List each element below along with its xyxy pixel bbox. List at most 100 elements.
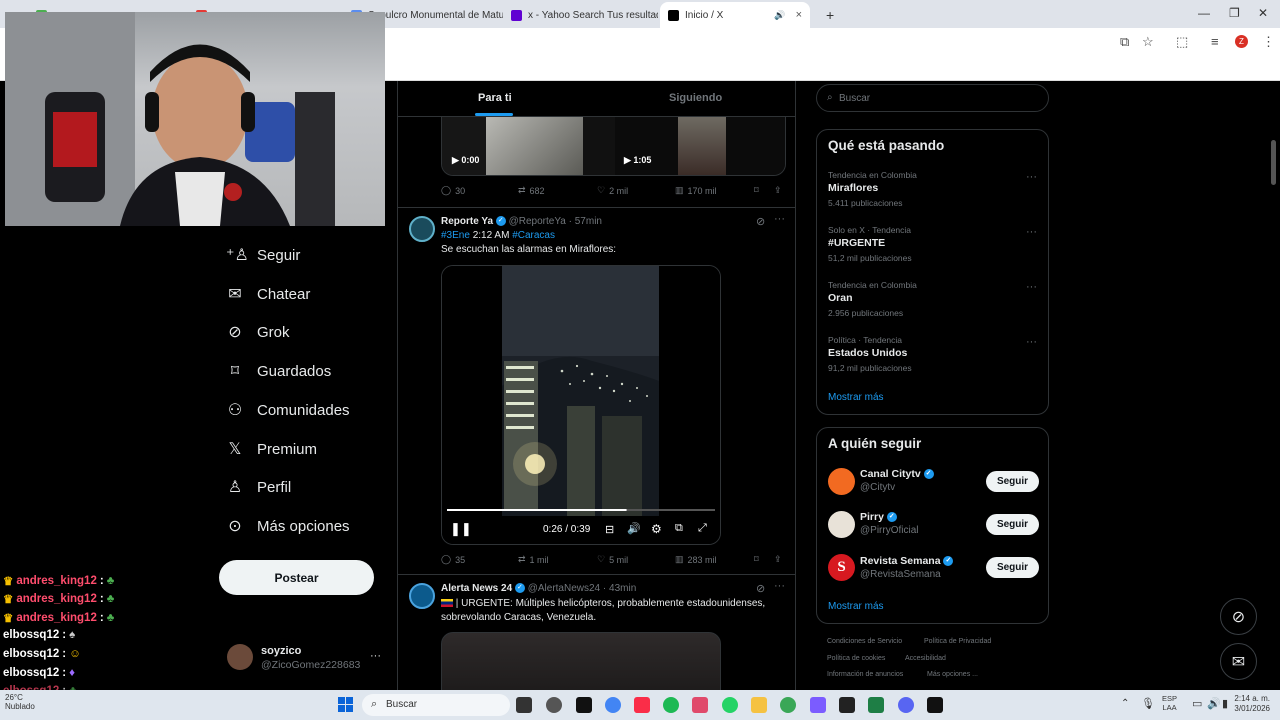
footer-link[interactable]: Política de Privacidad xyxy=(924,638,991,645)
volume-icon[interactable]: 🔊 xyxy=(1207,697,1221,710)
whatsapp-icon[interactable] xyxy=(722,697,738,713)
avatar[interactable] xyxy=(828,468,855,495)
follow-name[interactable]: Pirry ✓ xyxy=(860,511,897,523)
footer-link[interactable]: Más opciones ... xyxy=(927,671,978,678)
views-button[interactable]: ▥ 283 mil xyxy=(675,554,717,565)
avatar[interactable] xyxy=(409,216,435,242)
search-input[interactable]: ⌕ Buscar xyxy=(816,84,1049,112)
restore-icon[interactable]: ❐ xyxy=(1229,6,1240,20)
video-player[interactable]: ❚❚ 0:26 / 0:39 ⊟ 🔊 ⚙ ⧉ ⤢ xyxy=(441,265,721,545)
author-handle[interactable]: @ReporteYa xyxy=(509,216,566,227)
tab-x-home[interactable]: Inicio / X 🔊 × xyxy=(660,2,810,28)
follow-name[interactable]: Revista Semana ✓ xyxy=(860,555,954,567)
sidebar-item-guardados[interactable]: ⌑ Guardados xyxy=(226,357,331,385)
trend-more-icon[interactable]: ··· xyxy=(1026,281,1037,293)
trend-more-icon[interactable]: ··· xyxy=(1026,336,1037,348)
folder-icon[interactable] xyxy=(751,697,767,713)
star-icon[interactable]: ☆ xyxy=(1142,34,1154,50)
gamepad-icon[interactable] xyxy=(810,697,826,713)
trend-name[interactable]: #URGENTE xyxy=(828,237,885,249)
share-icon[interactable]: ⇪ xyxy=(774,554,782,565)
grok-float-button[interactable]: ⊘ xyxy=(1220,598,1257,635)
messages-float-button[interactable]: ✉ xyxy=(1220,643,1257,680)
post-time[interactable]: 57min xyxy=(575,216,602,227)
footer-link[interactable]: Información de anuncios xyxy=(827,671,903,678)
sidebar-item-grok[interactable]: ⊘ Grok xyxy=(226,318,289,346)
post-more-icon[interactable]: ··· xyxy=(774,580,785,592)
captions-icon[interactable]: ⊟ xyxy=(605,523,614,536)
windows-start-icon[interactable] xyxy=(338,697,354,713)
pause-icon[interactable]: ❚❚ xyxy=(450,521,472,537)
tiktok-icon[interactable] xyxy=(576,697,592,713)
show-more-follow-link[interactable]: Mostrar más xyxy=(828,601,884,612)
pip-icon[interactable]: ⧉ xyxy=(675,522,683,535)
footer-link[interactable]: Condiciones de Servicio xyxy=(827,638,902,645)
account-more-icon[interactable]: ··· xyxy=(370,650,381,662)
app-icon[interactable] xyxy=(692,697,708,713)
sidebar-item-premium[interactable]: 𝕏 Premium xyxy=(226,435,317,463)
sidebar-item-seguir[interactable]: ⁺♙ Seguir xyxy=(226,241,300,269)
trend-more-icon[interactable]: ··· xyxy=(1026,171,1037,183)
battery-icon[interactable]: ▮ xyxy=(1222,697,1228,710)
volume-icon[interactable]: 🔊 xyxy=(627,522,641,535)
speaker-icon[interactable]: 🔊 xyxy=(774,10,785,21)
new-tab-button[interactable]: + xyxy=(818,4,842,26)
settings-icon[interactable]: ⚙ xyxy=(651,522,662,536)
follow-button[interactable]: Seguir xyxy=(986,514,1039,535)
trend-name[interactable]: Miraflores xyxy=(828,182,878,194)
chrome-icon[interactable] xyxy=(605,697,621,713)
hashtag-link[interactable]: #Caracas xyxy=(512,230,555,241)
discord-icon[interactable] xyxy=(898,697,914,713)
bookmark-icon[interactable]: ⌑ xyxy=(754,185,759,196)
avatar[interactable] xyxy=(227,644,253,670)
author-name[interactable]: Alerta News 24 xyxy=(441,583,512,594)
repost-button[interactable]: ⇄ 1 mil xyxy=(518,554,549,565)
network-icon[interactable]: ▭ xyxy=(1192,697,1202,710)
close-window-icon[interactable]: ✕ xyxy=(1258,6,1268,20)
trend-more-icon[interactable]: ··· xyxy=(1026,226,1037,238)
avatar[interactable] xyxy=(409,583,435,609)
bookmark-icon[interactable]: ⌑ xyxy=(754,554,759,565)
footer-link[interactable]: Política de cookies xyxy=(827,655,885,662)
microphone-icon[interactable]: 🎙 xyxy=(1141,697,1155,710)
follow-button[interactable]: Seguir xyxy=(986,471,1039,492)
author-name[interactable]: Reporte Ya xyxy=(441,216,493,227)
spotify-icon[interactable] xyxy=(663,697,679,713)
follow-button[interactable]: Seguir xyxy=(986,557,1039,578)
grok-icon[interactable]: ⊘ xyxy=(756,215,765,228)
follow-name[interactable]: Canal Citytv ✓ xyxy=(860,468,934,480)
tab-para-ti[interactable]: Para ti xyxy=(478,92,512,104)
tab-yahoo[interactable]: x - Yahoo Search Tus resultados× xyxy=(503,4,658,26)
weather-widget[interactable]: 26°C Nublado xyxy=(5,693,35,711)
task-view-icon[interactable] xyxy=(516,697,532,713)
taskbar-search[interactable]: ⌕ Buscar xyxy=(362,694,510,716)
media-image[interactable] xyxy=(441,632,721,690)
show-more-trends-link[interactable]: Mostrar más xyxy=(828,392,884,403)
sidebar-item-chatear[interactable]: ✉ Chatear xyxy=(226,280,310,308)
cast-icon[interactable]: ⧉ xyxy=(1120,34,1129,50)
fullscreen-icon[interactable]: ⤢ xyxy=(698,522,707,535)
tab-siguiendo[interactable]: Siguiendo xyxy=(669,92,722,104)
grok-icon[interactable]: ⊘ xyxy=(756,582,765,595)
post-more-icon[interactable]: ··· xyxy=(774,213,785,225)
like-button[interactable]: ♡ 2 mil xyxy=(597,185,628,196)
avatar[interactable] xyxy=(828,511,855,538)
post-button[interactable]: Postear xyxy=(219,560,374,595)
hashtag-link[interactable]: #3Ene xyxy=(441,230,470,241)
footer-link[interactable]: Accesibilidad xyxy=(905,655,946,662)
views-button[interactable]: ▥ 170 mil xyxy=(675,185,717,196)
sidebar-item-mas-opciones[interactable]: ⊙ Más opciones xyxy=(226,512,349,540)
trend-name[interactable]: Estados Unidos xyxy=(828,347,907,359)
clock[interactable]: 2:14 a. m. 3/01/2026 xyxy=(1234,694,1270,714)
app-icon[interactable] xyxy=(927,697,943,713)
profile-avatar[interactable]: Z xyxy=(1235,35,1248,48)
extensions-icon[interactable]: ⬚ xyxy=(1176,34,1188,50)
share-icon[interactable]: ⇪ xyxy=(774,185,782,196)
menu-kebab-icon[interactable]: ⋮ xyxy=(1262,34,1275,50)
app-icon[interactable] xyxy=(780,697,796,713)
like-button[interactable]: ♡ 5 mil xyxy=(597,554,628,565)
sidebar-item-perfil[interactable]: ♙ Perfil xyxy=(226,473,291,501)
post-time[interactable]: 43min xyxy=(609,583,636,594)
reply-button[interactable]: ◯ 30 xyxy=(441,185,465,196)
language-indicator[interactable]: ESP LAA xyxy=(1162,694,1177,712)
